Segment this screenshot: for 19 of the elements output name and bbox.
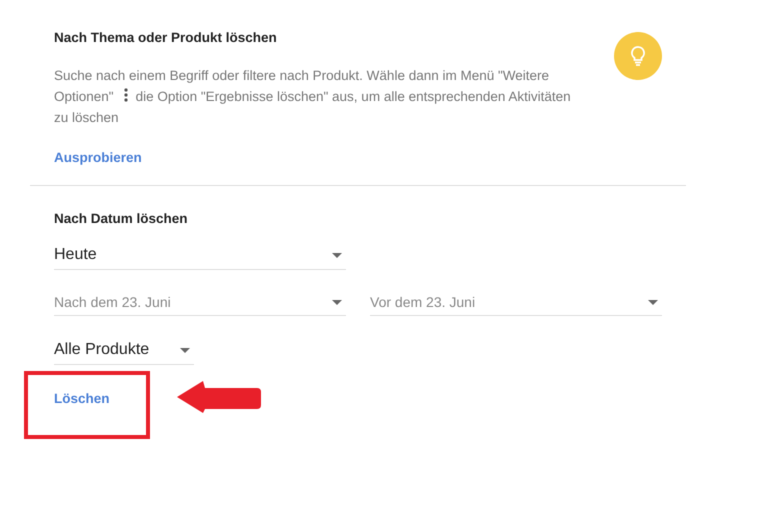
caret-icon — [648, 300, 658, 304]
section-title: Nach Thema oder Produkt löschen — [54, 30, 278, 45]
description-text: Optionen" — [54, 89, 114, 104]
caret-icon — [332, 252, 342, 258]
caret-icon — [332, 300, 342, 304]
date-dropdown[interactable]: Nach dem 23. Juni — [54, 294, 346, 316]
lightbulb-icon — [614, 32, 662, 80]
section-title: Nach Datum löschen — [54, 211, 189, 226]
description-text: Suche nach einem Begriff oder filtere nach Produkt. Wähle dann im Menü "Weitere — [54, 68, 550, 83]
period-dropdown[interactable]: Heute — [54, 246, 346, 270]
more-options-icon — [124, 88, 128, 102]
date-dropdown[interactable]: Vor dem 23. Juni — [370, 294, 662, 316]
description-text: zu löschen — [54, 110, 119, 125]
delete-button[interactable]: Löschen — [54, 391, 110, 406]
caret-icon — [180, 348, 190, 352]
arrow-icon — [177, 380, 261, 414]
products-dropdown[interactable]: Alle Produkte — [54, 341, 194, 365]
description-text: die Option "Ergebnisse löschen" aus, um alle entsprechenden Aktivitäten — [136, 89, 571, 104]
try-link[interactable]: Ausprobieren — [54, 150, 142, 165]
